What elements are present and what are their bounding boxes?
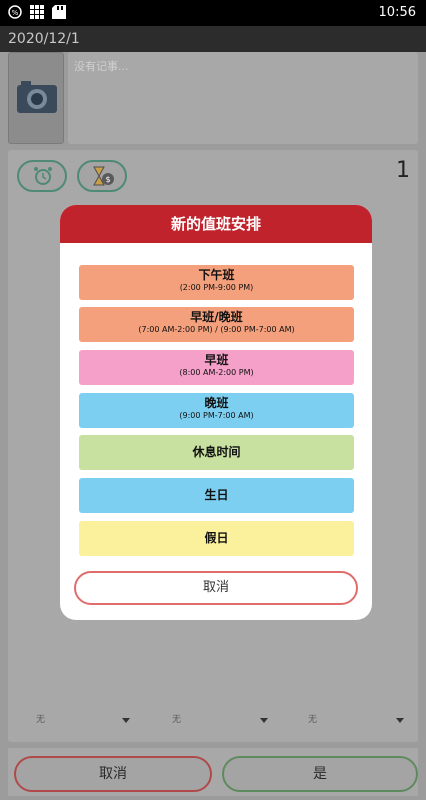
svg-text:$: $	[105, 175, 110, 184]
note-input[interactable]: 没有记事...	[68, 52, 418, 144]
cancel-button[interactable]: 取消	[14, 756, 212, 792]
shift-option-night[interactable]: 晚班 (9:00 PM-7:00 AM)	[79, 393, 354, 428]
sd-card-icon	[52, 5, 66, 19]
shift-name: 生日	[204, 488, 229, 502]
yes-button[interactable]: 是	[222, 756, 418, 792]
photo-button[interactable]	[8, 52, 64, 144]
shift-option-morning[interactable]: 早班 (8:00 AM-2:00 PM)	[79, 350, 354, 385]
select-1[interactable]: 无	[36, 712, 45, 725]
chevron-down-icon[interactable]	[122, 718, 130, 723]
wage-button[interactable]: $	[77, 160, 127, 192]
shift-time: (8:00 AM-2:00 PM)	[179, 368, 254, 377]
data-saver-icon: %	[8, 5, 22, 19]
alarm-clock-icon	[34, 167, 52, 185]
shift-option-birthday[interactable]: 生日	[79, 478, 354, 513]
shift-time: (2:00 PM-9:00 PM)	[179, 283, 254, 292]
dialog-cancel-button[interactable]: 取消	[74, 571, 358, 605]
date-header: 2020/12/1	[0, 26, 426, 52]
status-time: 10:56	[378, 5, 416, 20]
select-3[interactable]: 无	[308, 712, 317, 725]
svg-text:%: %	[12, 9, 19, 17]
shift-name: 早班	[204, 353, 229, 367]
select-row: 无 无 无	[0, 712, 426, 732]
chevron-down-icon[interactable]	[260, 718, 268, 723]
shift-name: 早班/晚班	[190, 310, 243, 324]
shift-name: 下午班	[198, 268, 235, 282]
alarm-button[interactable]	[17, 160, 67, 192]
shift-name: 假日	[204, 531, 229, 545]
shift-option-holiday[interactable]: 假日	[79, 521, 354, 556]
shift-name: 晚班	[204, 396, 229, 410]
shift-name: 休息时间	[192, 445, 241, 459]
status-icons: %	[8, 5, 66, 19]
shift-count: 1	[396, 158, 410, 183]
chevron-down-icon[interactable]	[396, 718, 404, 723]
shift-option-rest[interactable]: 休息时间	[79, 435, 354, 470]
shift-option-afternoon[interactable]: 下午班 (2:00 PM-9:00 PM)	[79, 265, 354, 300]
hourglass-coin-icon: $	[93, 166, 114, 186]
new-shift-dialog: 新的值班安排 下午班 (2:00 PM-9:00 PM) 早班/晚班 (7:00…	[60, 205, 372, 620]
shift-time: (7:00 AM-2:00 PM) / (9:00 PM-7:00 AM)	[138, 325, 295, 334]
status-bar: % 10:56	[0, 0, 426, 26]
dialog-title: 新的值班安排	[60, 205, 372, 243]
grid-apps-icon	[30, 5, 44, 19]
shift-option-morning-night[interactable]: 早班/晚班 (7:00 AM-2:00 PM) / (9:00 PM-7:00 …	[79, 307, 354, 342]
select-2[interactable]: 无	[172, 712, 181, 725]
shift-time: (9:00 PM-7:00 AM)	[179, 411, 254, 420]
camera-icon	[17, 81, 57, 113]
